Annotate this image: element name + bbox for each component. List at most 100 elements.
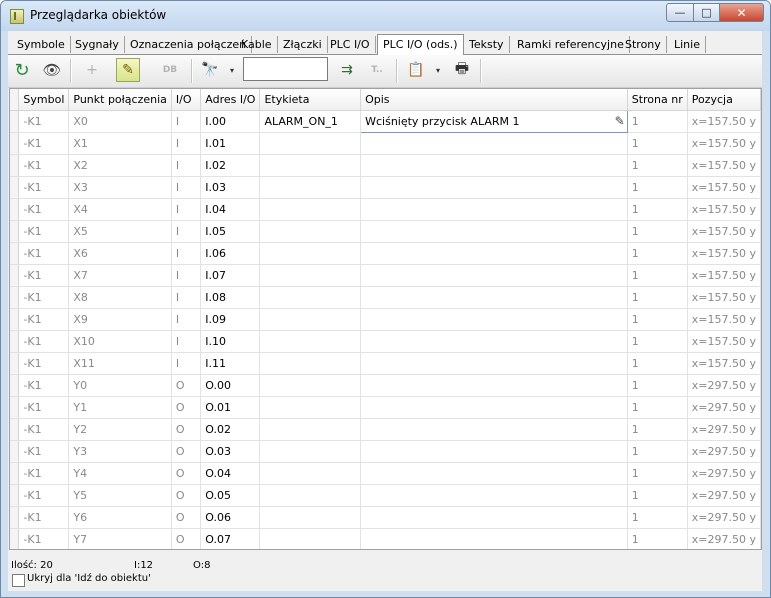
cell-symbol[interactable]: -K1 xyxy=(18,462,70,485)
cell-io-address[interactable]: O.02 xyxy=(200,418,261,441)
cell-io-address[interactable]: I.02 xyxy=(200,154,261,177)
cell-io[interactable]: I xyxy=(171,352,202,375)
cell-symbol[interactable]: -K1 xyxy=(18,440,70,463)
cell-page-number[interactable]: 1 xyxy=(627,132,688,155)
cell-label[interactable] xyxy=(259,242,362,265)
view-icon[interactable]: 👁 xyxy=(40,58,64,82)
cell-page-number[interactable]: 1 xyxy=(627,286,688,309)
add-icon[interactable]: + xyxy=(80,58,104,82)
cell-io[interactable]: O xyxy=(171,418,202,441)
io-table[interactable]: Symbol Punkt połączenia I/O Adres I/O Et… xyxy=(9,88,762,550)
cell-label[interactable] xyxy=(259,374,362,397)
table-row[interactable]: -K1 X3 I I.03 1 x=157.50 y xyxy=(10,176,761,199)
cell-connection-point[interactable]: Y4 xyxy=(68,462,172,485)
cell-position[interactable]: x=157.50 y xyxy=(687,330,761,353)
tab-terminals[interactable]: Złączki xyxy=(278,36,328,53)
find-binoculars-icon[interactable]: 🔭 xyxy=(198,58,222,82)
table-row[interactable]: -K1 Y6 O O.06 1 x=297.50 y xyxy=(10,506,761,529)
cell-label[interactable]: ALARM_ON_1 xyxy=(259,110,362,133)
table-row[interactable]: -K1 X1 I I.01 1 x=157.50 y xyxy=(10,132,761,155)
cell-description[interactable]: Wciśnięty przycisk ALARM 1 ✎ xyxy=(360,110,628,133)
cell-symbol[interactable]: -K1 xyxy=(18,264,70,287)
cell-connection-point[interactable]: Y1 xyxy=(68,396,172,419)
cell-position[interactable]: x=297.50 y xyxy=(687,396,761,419)
column-header[interactable]: Punkt połączenia xyxy=(68,89,172,111)
find-dropdown-icon[interactable]: ▾ xyxy=(230,66,234,75)
cell-io[interactable]: I xyxy=(171,176,202,199)
cell-connection-point[interactable]: X7 xyxy=(68,264,172,287)
cell-symbol[interactable]: -K1 xyxy=(18,506,70,529)
column-header[interactable]: Adres I/O xyxy=(200,89,261,111)
table-row[interactable]: -K1 X0 I I.00 ALARM_ON_1 Wciśnięty przycisk A… xyxy=(10,110,761,133)
column-header[interactable]: Pozycja xyxy=(687,89,761,111)
cell-label[interactable] xyxy=(259,330,362,353)
cell-page-number[interactable]: 1 xyxy=(627,308,688,331)
cell-io-address[interactable]: I.09 xyxy=(200,308,261,331)
cell-page-number[interactable]: 1 xyxy=(627,264,688,287)
cell-io[interactable]: I xyxy=(171,330,202,353)
column-header[interactable]: Opis xyxy=(360,89,628,111)
cell-description[interactable] xyxy=(360,374,628,397)
cell-description[interactable] xyxy=(360,396,628,419)
tab-plc-io[interactable]: PLC I/O xyxy=(325,36,376,53)
cell-connection-point[interactable]: Y3 xyxy=(68,440,172,463)
table-row[interactable]: -K1 Y2 O O.02 1 x=297.50 y xyxy=(10,418,761,441)
tab-lines[interactable]: Linie xyxy=(669,36,706,53)
cell-page-number[interactable]: 1 xyxy=(627,528,688,549)
cell-io-address[interactable]: I.11 xyxy=(200,352,261,375)
cell-label[interactable] xyxy=(259,264,362,287)
cell-symbol[interactable]: -K1 xyxy=(18,528,70,549)
cell-description[interactable] xyxy=(360,308,628,331)
cell-page-number[interactable]: 1 xyxy=(627,352,688,375)
table-row[interactable]: -K1 X4 I I.04 1 x=157.50 y xyxy=(10,198,761,221)
cell-connection-point[interactable]: Y5 xyxy=(68,484,172,507)
cell-page-number[interactable]: 1 xyxy=(627,462,688,485)
row-header[interactable] xyxy=(10,374,20,397)
cell-position[interactable]: x=297.50 y xyxy=(687,528,761,549)
cell-label[interactable] xyxy=(259,308,362,331)
tab-reference-frames[interactable]: Ramki referencyjne xyxy=(512,36,630,53)
cell-page-number[interactable]: 1 xyxy=(627,220,688,243)
tab-cables[interactable]: Kable xyxy=(236,36,278,53)
cell-symbol[interactable]: -K1 xyxy=(18,242,70,265)
cell-page-number[interactable]: 1 xyxy=(627,176,688,199)
cell-io-address[interactable]: I.03 xyxy=(200,176,261,199)
cell-connection-point[interactable]: X5 xyxy=(68,220,172,243)
row-header[interactable] xyxy=(10,418,20,441)
cell-symbol[interactable]: -K1 xyxy=(18,308,70,331)
cell-position[interactable]: x=157.50 y xyxy=(687,132,761,155)
table-row[interactable]: -K1 X7 I I.07 1 x=157.50 y xyxy=(10,264,761,287)
cell-io-address[interactable]: I.07 xyxy=(200,264,261,287)
cell-description[interactable] xyxy=(360,220,628,243)
cell-io[interactable]: O xyxy=(171,440,202,463)
row-header[interactable] xyxy=(10,462,20,485)
cell-page-number[interactable]: 1 xyxy=(627,198,688,221)
export-dropdown-icon[interactable]: ▾ xyxy=(436,66,440,75)
close-button[interactable]: ✕ xyxy=(720,3,764,22)
cell-io-address[interactable]: I.04 xyxy=(200,198,261,221)
refresh-icon[interactable]: ↻ xyxy=(10,58,34,82)
row-header[interactable] xyxy=(10,286,20,309)
minimize-button[interactable]: — xyxy=(666,3,694,22)
edit-pencil-icon[interactable]: ✎ xyxy=(116,58,140,82)
cell-connection-point[interactable]: X10 xyxy=(68,330,172,353)
table-row[interactable]: -K1 X6 I I.06 1 x=157.50 y xyxy=(10,242,761,265)
cell-symbol[interactable]: -K1 xyxy=(18,176,70,199)
cell-io[interactable]: O xyxy=(171,396,202,419)
cell-page-number[interactable]: 1 xyxy=(627,242,688,265)
cell-description[interactable] xyxy=(360,198,628,221)
table-row[interactable]: -K1 X9 I I.09 1 x=157.50 y xyxy=(10,308,761,331)
table-row[interactable]: -K1 X10 I I.10 1 x=157.50 y xyxy=(10,330,761,353)
cell-page-number[interactable]: 1 xyxy=(627,484,688,507)
cell-io-address[interactable]: I.01 xyxy=(200,132,261,155)
cell-label[interactable] xyxy=(259,286,362,309)
cell-position[interactable]: x=157.50 y xyxy=(687,242,761,265)
cell-io-address[interactable]: I.00 xyxy=(200,110,261,133)
print-icon[interactable]: 🖶 xyxy=(450,58,474,82)
search-input[interactable] xyxy=(243,57,328,81)
cell-io-address[interactable]: O.06 xyxy=(200,506,261,529)
cell-connection-point[interactable]: X3 xyxy=(68,176,172,199)
cell-description[interactable] xyxy=(360,506,628,529)
row-header[interactable] xyxy=(10,198,20,221)
cell-io[interactable]: I xyxy=(171,264,202,287)
